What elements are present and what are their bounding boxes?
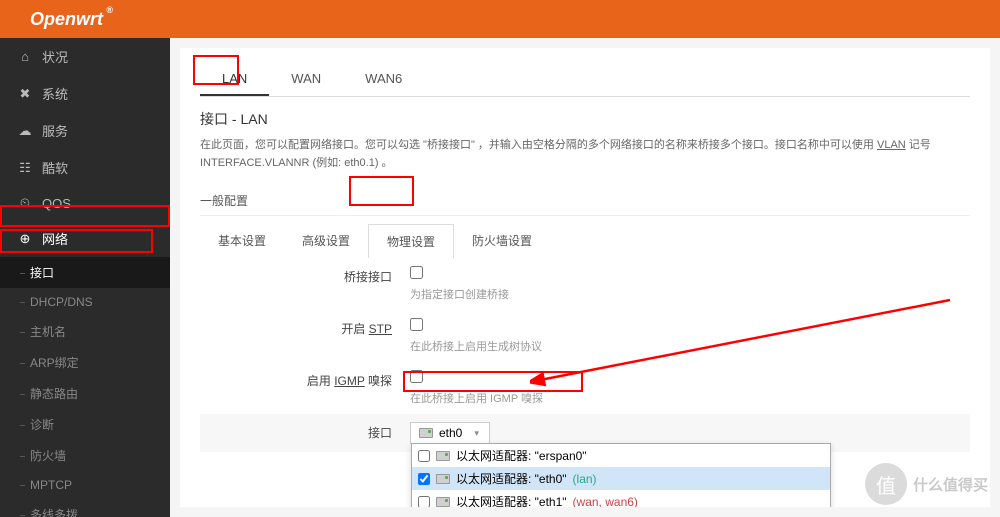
ethernet-icon <box>436 474 450 484</box>
label-igmp: 启用 IGMP 嗅探 <box>200 370 410 389</box>
gauge-icon: ⏲ <box>18 195 32 211</box>
sidebar-item-label: ARP绑定 <box>30 356 79 370</box>
header: Openwrt <box>0 0 1000 38</box>
row-stp: 开启 STP 在此桥接上启用生成树协议 <box>200 310 970 362</box>
watermark-icon: 值 <box>865 463 907 505</box>
tab-wan[interactable]: WAN <box>269 63 343 96</box>
sidebar-item-status[interactable]: ⌂ 状况 <box>0 38 170 75</box>
stp-hint: 在此桥接上启用生成树协议 <box>410 338 970 354</box>
label-bridge: 桥接接口 <box>200 266 410 285</box>
dropdown-item[interactable]: 以太网适配器: "eth1" (wan, wan6) <box>412 490 830 507</box>
row-interface: 接口 eth0 ▾ 以太网适配器: "erspan0" 以太网适配器: "eth… <box>200 414 970 452</box>
sidebar-item-label: MPTCP <box>30 478 72 492</box>
row-igmp: 启用 IGMP 嗅探 在此桥接上启用 IGMP 嗅探 <box>200 362 970 414</box>
general-subtabs: 基本设置 高级设置 物理设置 防火墙设置 <box>200 224 970 258</box>
igmp-checkbox[interactable] <box>410 370 423 383</box>
sidebar-item-label: 防火墙 <box>30 449 66 463</box>
brand-logo: Openwrt <box>30 9 103 30</box>
chevron-down-icon: ▾ <box>474 428 479 439</box>
sidebar-item-label: 状况 <box>42 47 68 66</box>
option-checkbox[interactable] <box>418 450 430 462</box>
sidebar-item-label: 静态路由 <box>30 387 78 401</box>
bridge-hint: 为指定接口创建桥接 <box>410 286 970 302</box>
sidebar-item-system[interactable]: ✖ 系统 <box>0 75 170 112</box>
sidebar-item-label: 网络 <box>42 229 68 248</box>
sidebar-item-services[interactable]: ☁ 服务 <box>0 112 170 149</box>
bridge-checkbox[interactable] <box>410 266 423 279</box>
sidebar-sub-mptcp[interactable]: MPTCP <box>0 471 170 499</box>
subtab-advanced[interactable]: 高级设置 <box>284 224 368 258</box>
grid-icon: ☷ <box>18 160 32 176</box>
page-description: 在此页面，您可以配置网络接口。您可以勾选 "桥接接口" ，并输入由空格分隔的多个… <box>200 137 970 172</box>
watermark: 值 什么值得买 <box>865 463 988 505</box>
label-interface: 接口 <box>200 422 410 441</box>
home-icon: ⌂ <box>18 49 32 64</box>
sidebar-item-network[interactable]: ⊕ 网络 <box>0 220 170 257</box>
option-checkbox[interactable] <box>418 496 430 507</box>
sidebar-item-label: 接口 <box>30 266 54 280</box>
dropdown-item[interactable]: 以太网适配器: "eth0" (lan) <box>412 467 830 490</box>
globe-icon: ⊕ <box>18 231 32 247</box>
interface-value: eth0 <box>439 426 462 440</box>
sidebar-item-qos[interactable]: ⏲ QOS <box>0 186 170 220</box>
sidebar-sub-diagnostics[interactable]: 诊断 <box>0 409 170 440</box>
sidebar-item-label: 系统 <box>42 84 68 103</box>
row-bridge: 桥接接口 为指定接口创建桥接 <box>200 258 970 310</box>
section-general: 一般配置 <box>200 192 970 216</box>
subtab-physical[interactable]: 物理设置 <box>368 224 454 258</box>
sidebar-sub-staticroute[interactable]: 静态路由 <box>0 378 170 409</box>
stp-checkbox[interactable] <box>410 318 423 331</box>
sidebar-sub-arp[interactable]: ARP绑定 <box>0 347 170 378</box>
ethernet-icon <box>436 451 450 461</box>
sidebar: ⌂ 状况 ✖ 系统 ☁ 服务 ☷ 酷软 ⏲ QOS ⊕ 网络 接口 DHCP/DNS 主机名… <box>0 38 170 517</box>
sidebar-item-label: 服务 <box>42 121 68 140</box>
cloud-icon: ☁ <box>18 123 32 139</box>
option-checkbox[interactable] <box>418 473 430 485</box>
watermark-text: 什么值得买 <box>913 474 988 495</box>
subtab-firewall[interactable]: 防火墙设置 <box>454 224 550 258</box>
sidebar-item-label: QOS <box>42 196 71 211</box>
tab-lan[interactable]: LAN <box>200 63 269 96</box>
dropdown-item[interactable]: 以太网适配器: "erspan0" <box>412 444 830 467</box>
tools-icon: ✖ <box>18 86 32 102</box>
page-title: 接口 - LAN <box>200 109 970 129</box>
igmp-hint: 在此桥接上启用 IGMP 嗅探 <box>410 390 970 406</box>
interface-select[interactable]: eth0 ▾ 以太网适配器: "erspan0" 以太网适配器: "eth0" … <box>410 422 490 444</box>
sidebar-item-label: DHCP/DNS <box>30 295 93 309</box>
sidebar-item-kuruan[interactable]: ☷ 酷软 <box>0 149 170 186</box>
label-stp: 开启 STP <box>200 318 410 337</box>
interface-dropdown: 以太网适配器: "erspan0" 以太网适配器: "eth0" (lan) 以… <box>411 443 831 507</box>
sidebar-sub-hostname[interactable]: 主机名 <box>0 316 170 347</box>
sidebar-item-label: 诊断 <box>30 418 54 432</box>
sidebar-sub-dhcpdns[interactable]: DHCP/DNS <box>0 288 170 316</box>
interface-tabs: LAN WAN WAN6 <box>200 63 970 97</box>
subtab-basic[interactable]: 基本设置 <box>200 224 284 258</box>
sidebar-item-label: 多线多拨 <box>30 508 78 517</box>
sidebar-item-label: 主机名 <box>30 325 66 339</box>
content-area: LAN WAN WAN6 接口 - LAN 在此页面，您可以配置网络接口。您可以… <box>180 48 990 507</box>
ethernet-icon <box>419 428 433 438</box>
vlan-link[interactable]: VLAN <box>877 139 906 151</box>
sidebar-sub-multiwan[interactable]: 多线多拨 <box>0 499 170 517</box>
sidebar-item-label: 酷软 <box>42 158 68 177</box>
tab-wan6[interactable]: WAN6 <box>343 63 424 96</box>
sidebar-sub-firewall[interactable]: 防火墙 <box>0 440 170 471</box>
sidebar-sub-interfaces[interactable]: 接口 <box>0 257 170 288</box>
ethernet-icon <box>436 497 450 507</box>
